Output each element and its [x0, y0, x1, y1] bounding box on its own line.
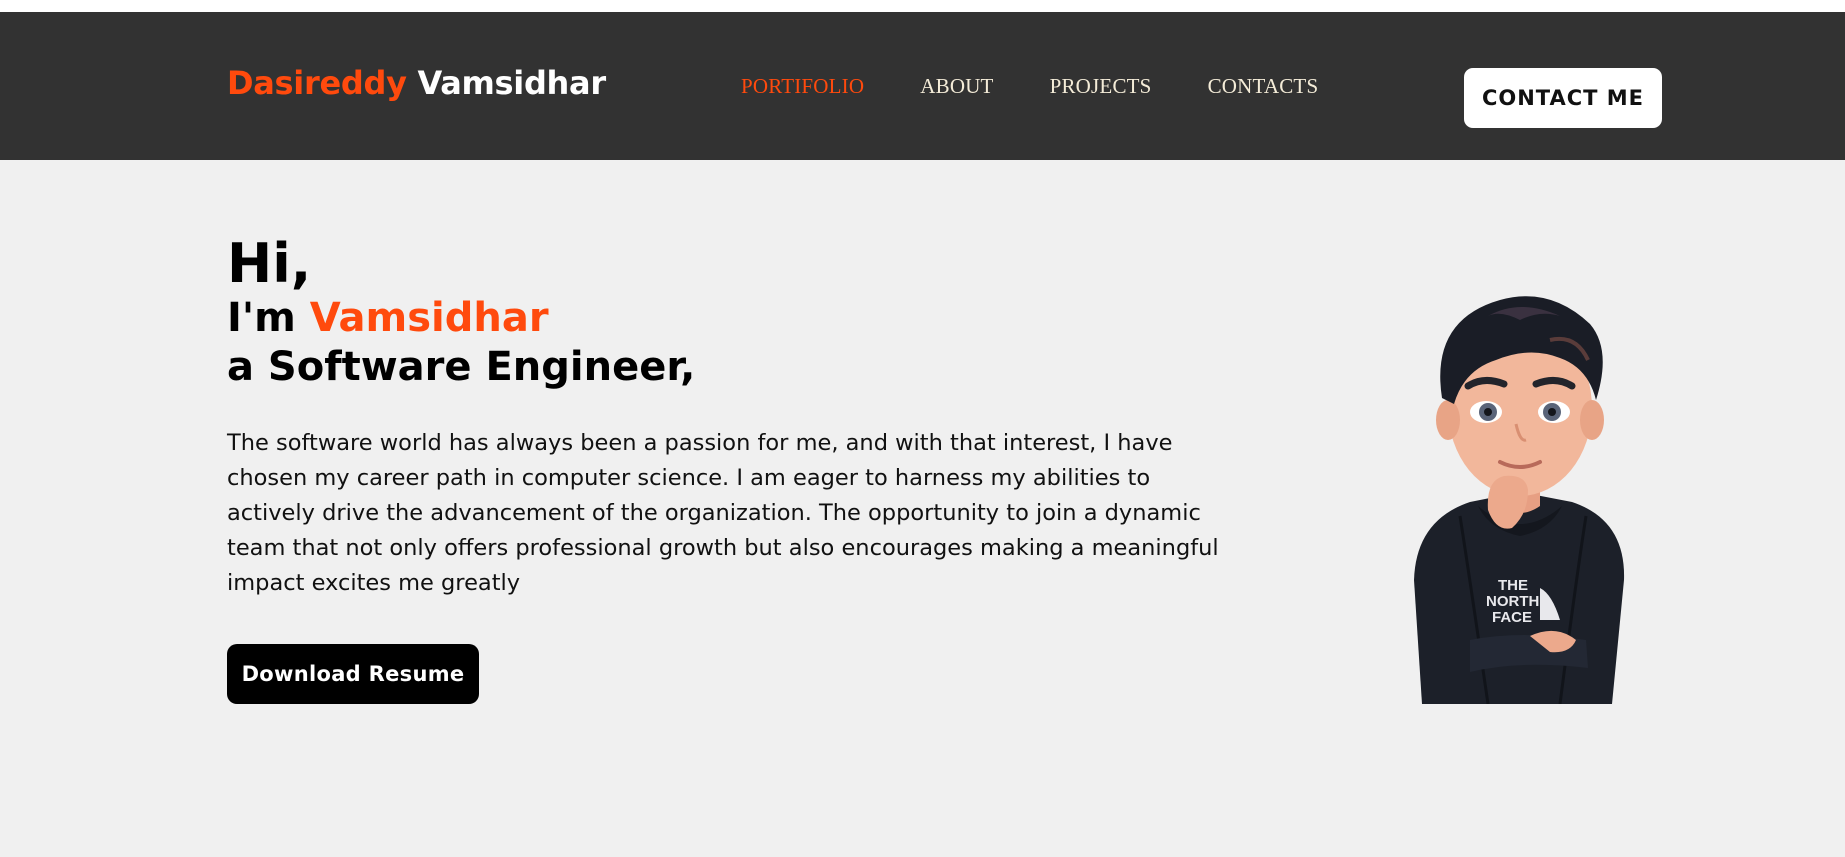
hero-intro-prefix: I'm: [227, 295, 296, 341]
nav-links: PORTIFOLIO ABOUT PROJECTS CONTACTS: [741, 74, 1374, 99]
hero-role: a Software Engineer,: [227, 344, 696, 390]
top-strip: [0, 0, 1845, 12]
hero-description: The software world has always been a pas…: [227, 430, 1219, 596]
hero-intro-name: Vamsidhar: [309, 295, 549, 341]
nav-link-contacts[interactable]: CONTACTS: [1208, 74, 1319, 99]
download-resume-button[interactable]: Download Resume: [227, 644, 479, 704]
brand-last-name: Vamsidhar: [417, 64, 606, 102]
nav-link-about[interactable]: ABOUT: [920, 74, 993, 99]
brand-first-name: Dasireddy: [227, 64, 407, 102]
nav-link-projects[interactable]: PROJECTS: [1050, 74, 1152, 99]
navbar: Dasireddy Vamsidhar PORTIFOLIO ABOUT PRO…: [0, 12, 1845, 160]
avatar-illustration: THE NORTH FACE: [1414, 296, 1625, 704]
hero-greeting: Hi,: [227, 232, 312, 295]
nav-link-portfolio[interactable]: PORTIFOLIO: [741, 74, 864, 99]
contact-me-button[interactable]: CONTACT ME: [1464, 68, 1662, 128]
avatar-shirt-text-1: THE: [1498, 577, 1528, 594]
avatar-shirt-text-2: NORTH: [1486, 593, 1539, 610]
hero-section: Hi, I'm Vamsidhar a Software Engineer, T…: [227, 232, 1227, 601]
brand-logo[interactable]: Dasireddy Vamsidhar: [227, 64, 606, 102]
avatar-shirt-text-3: FACE: [1492, 609, 1532, 626]
hero-intro: I'm Vamsidhar: [227, 294, 1227, 342]
